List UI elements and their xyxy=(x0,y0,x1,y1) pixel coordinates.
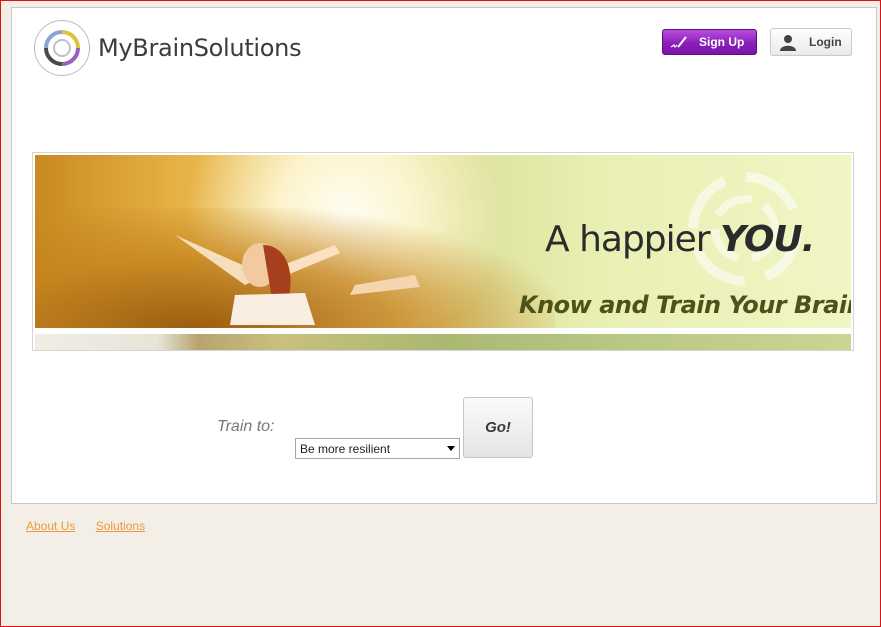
user-silhouette-icon xyxy=(779,33,797,51)
signup-label: Sign Up xyxy=(699,35,745,49)
banner-second-slide-strip xyxy=(35,334,851,350)
go-button[interactable]: Go! xyxy=(463,397,533,458)
hero-banner: A happier YOU. Know and Train Your Brain xyxy=(32,152,854,351)
banner-image: A happier YOU. Know and Train Your Brain xyxy=(35,155,851,328)
login-button[interactable]: Login xyxy=(770,28,852,56)
banner-headline: A happier YOU. xyxy=(545,219,815,260)
footer-links: About Us Solutions xyxy=(26,519,162,533)
go-label: Go! xyxy=(485,419,511,436)
banner-tagline: Know and Train Your Brain xyxy=(519,291,851,319)
signup-pen-icon xyxy=(669,34,689,50)
footer-link-about-us[interactable]: About Us xyxy=(26,519,75,533)
train-goal-selected-value: Be more resilient xyxy=(300,441,391,456)
site-logo[interactable]: MyBrainSolutions xyxy=(34,20,302,76)
dropdown-arrow-icon xyxy=(443,439,459,458)
train-goal-select[interactable]: Be more resilient xyxy=(295,438,460,459)
footer-link-solutions[interactable]: Solutions xyxy=(96,519,145,533)
train-to-label: Train to: xyxy=(217,418,275,435)
brain-logo-icon xyxy=(34,20,90,76)
login-label: Login xyxy=(809,35,842,49)
signup-button[interactable]: Sign Up xyxy=(662,29,757,55)
logo-text: MyBrainSolutions xyxy=(98,34,302,62)
happy-woman-image xyxy=(175,235,420,325)
